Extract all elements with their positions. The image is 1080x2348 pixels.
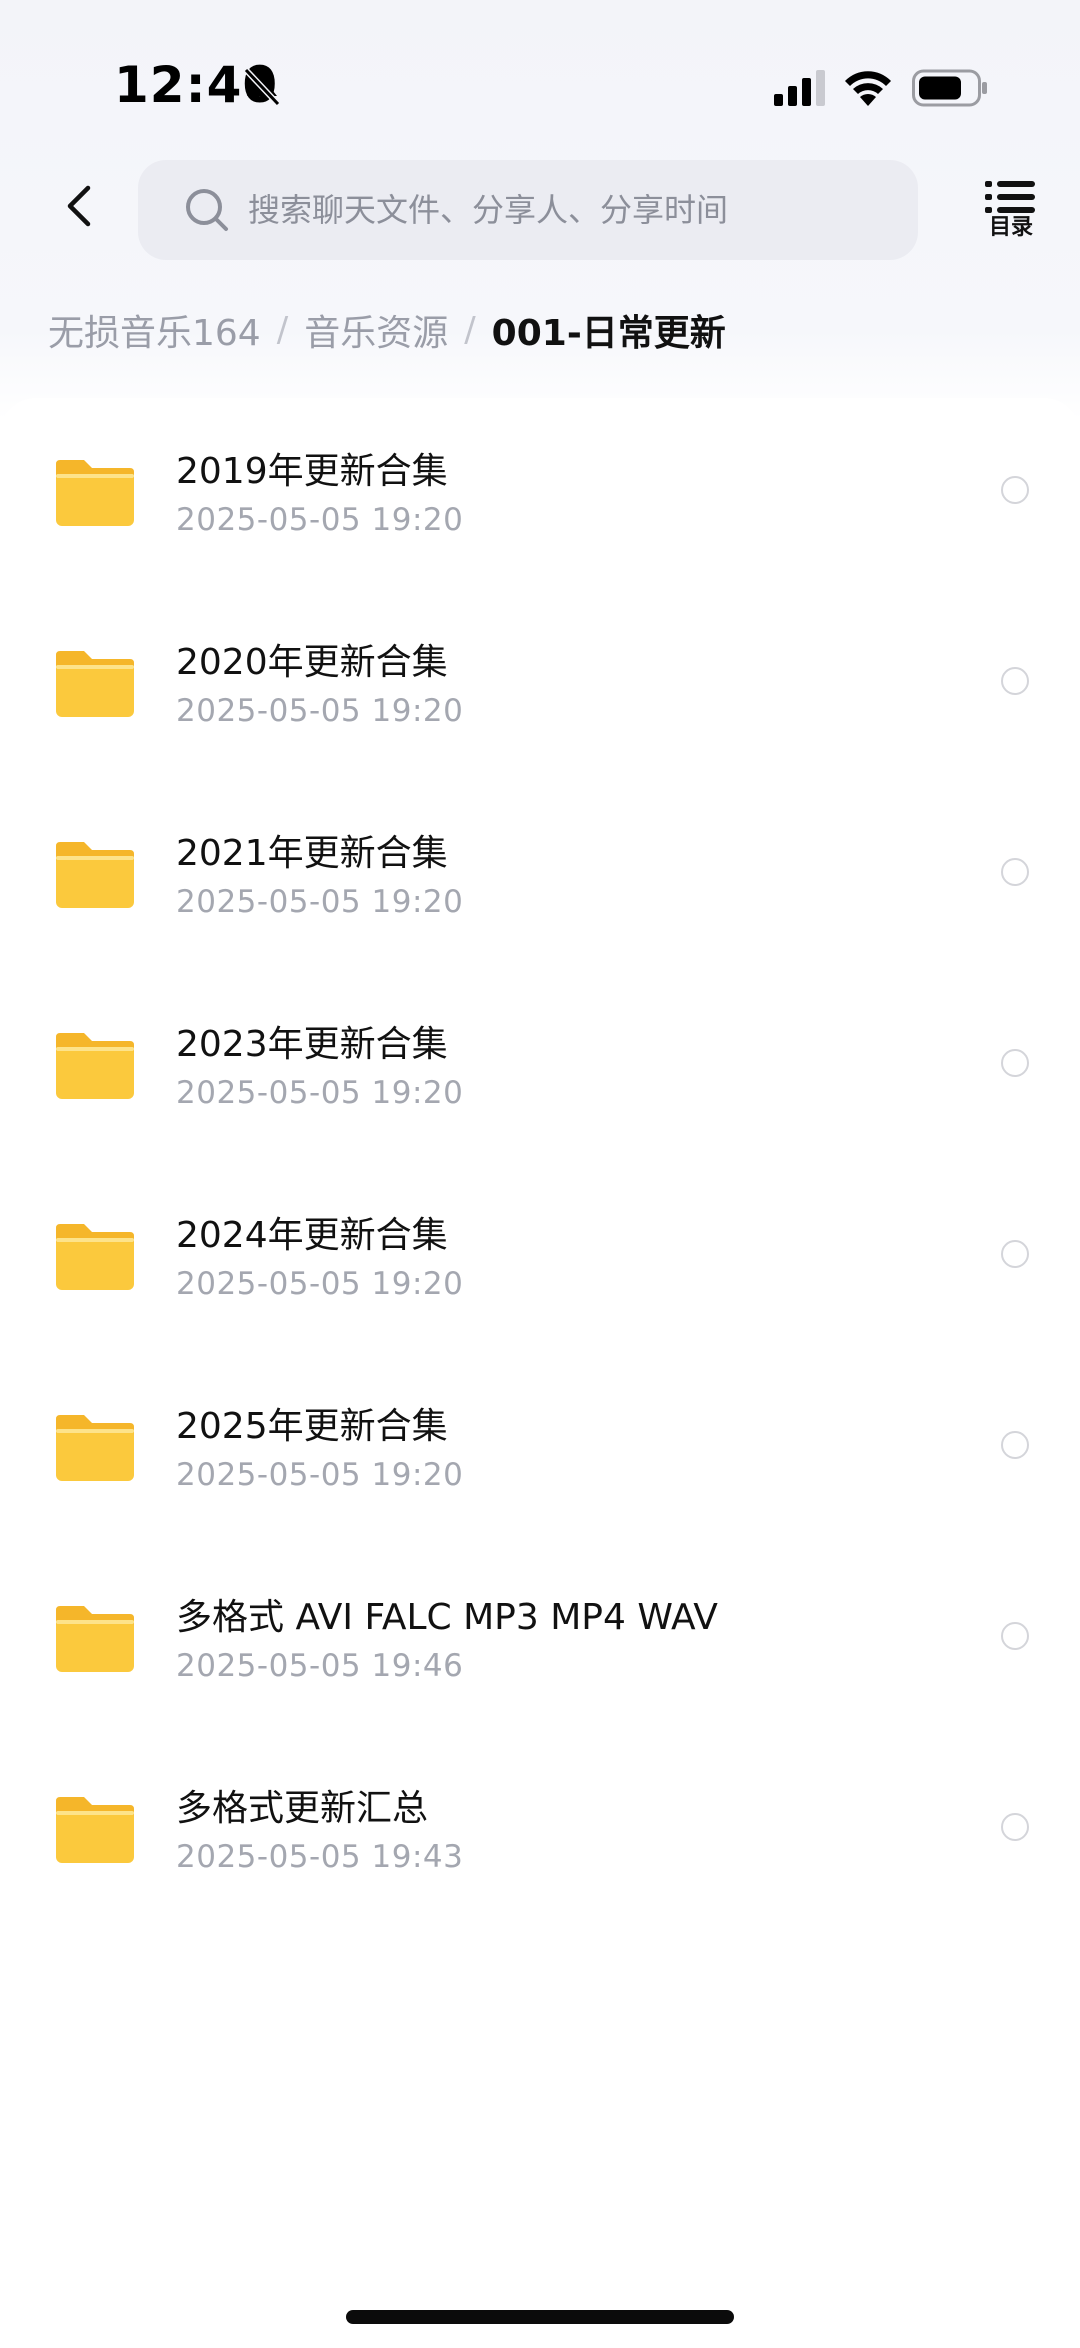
list-item[interactable]: 2025年更新合集 2025-05-05 19:20 — [0, 1353, 1080, 1544]
file-name: 多格式更新汇总 — [176, 1788, 429, 1829]
back-button[interactable] — [44, 170, 116, 242]
file-name: 2023年更新合集 — [176, 1024, 448, 1065]
list-item[interactable]: 2024年更新合集 2025-05-05 19:20 — [0, 1162, 1080, 1353]
battery-icon — [912, 69, 987, 107]
select-radio[interactable] — [1001, 858, 1029, 886]
file-time: 2025-05-05 19:20 — [176, 693, 464, 729]
chevron-left-icon — [67, 185, 91, 227]
folder-icon — [56, 842, 134, 908]
file-name: 2024年更新合集 — [176, 1215, 448, 1256]
file-time: 2025-05-05 19:20 — [176, 502, 464, 538]
file-time: 2025-05-05 19:20 — [176, 1266, 464, 1302]
file-time: 2025-05-05 19:46 — [176, 1648, 464, 1684]
folder-icon — [56, 460, 134, 526]
breadcrumb-item-current: 001-日常更新 — [491, 313, 726, 354]
search-input[interactable] — [248, 180, 888, 240]
folder-icon — [56, 1415, 134, 1481]
select-radio[interactable] — [1001, 1813, 1029, 1841]
signal-icon — [774, 70, 825, 106]
breadcrumb-separator: / — [464, 310, 476, 350]
file-name: 多格式 AVI FALC MP3 MP4 WAV — [176, 1597, 718, 1638]
list-item[interactable]: 多格式更新汇总 2025-05-05 19:43 — [0, 1735, 1080, 1926]
list-icon — [985, 181, 1035, 213]
directory-label: 目录 — [988, 215, 1033, 240]
file-name: 2019年更新合集 — [176, 451, 448, 492]
file-time: 2025-05-05 19:43 — [176, 1839, 464, 1875]
list-item[interactable]: 2023年更新合集 2025-05-05 19:20 — [0, 971, 1080, 1162]
select-radio[interactable] — [1001, 1240, 1029, 1268]
breadcrumb-item-root[interactable]: 无损音乐164 — [48, 304, 261, 356]
breadcrumb-separator: / — [276, 310, 289, 350]
folder-icon — [56, 1797, 134, 1863]
search-box[interactable] — [138, 160, 918, 260]
breadcrumb: 无损音乐164 / 音乐资源 / 001-日常更新 — [48, 300, 726, 360]
select-radio[interactable] — [1001, 476, 1029, 504]
file-time: 2025-05-05 19:20 — [176, 1457, 464, 1493]
bell-slash-icon — [243, 67, 281, 107]
folder-icon — [56, 1224, 134, 1290]
file-time: 2025-05-05 19:20 — [176, 1075, 464, 1111]
directory-button[interactable]: 目录 — [976, 180, 1046, 250]
search-icon — [186, 189, 228, 231]
folder-icon — [56, 651, 134, 717]
file-name: 2021年更新合集 — [176, 833, 448, 874]
list-item[interactable]: 2019年更新合集 2025-05-05 19:20 — [0, 398, 1080, 589]
list-item[interactable]: 2021年更新合集 2025-05-05 19:20 — [0, 780, 1080, 971]
list-item[interactable]: 2020年更新合集 2025-05-05 19:20 — [0, 589, 1080, 780]
breadcrumb-item-parent[interactable]: 音乐资源 — [304, 304, 448, 356]
select-radio[interactable] — [1001, 1622, 1029, 1650]
home-indicator[interactable] — [346, 2310, 734, 2324]
file-name: 2020年更新合集 — [176, 642, 448, 683]
file-browser-screen: 12:40 搜索聊天文件、分享人、分享时间 目录 无损音乐164 / 音乐资源 … — [0, 0, 1080, 2348]
list-item[interactable]: 多格式 AVI FALC MP3 MP4 WAV 2025-05-05 19:4… — [0, 1544, 1080, 1735]
select-radio[interactable] — [1001, 1049, 1029, 1077]
file-list: 2019年更新合集 2025-05-05 19:20 2020年更新合集 202… — [0, 398, 1080, 2348]
folder-icon — [56, 1033, 134, 1099]
select-radio[interactable] — [1001, 667, 1029, 695]
select-radio[interactable] — [1001, 1431, 1029, 1459]
file-name: 2025年更新合集 — [176, 1406, 448, 1447]
wifi-icon — [845, 71, 891, 106]
folder-icon — [56, 1606, 134, 1672]
status-bar: 12:40 — [0, 0, 1080, 150]
file-time: 2025-05-05 19:20 — [176, 884, 464, 920]
